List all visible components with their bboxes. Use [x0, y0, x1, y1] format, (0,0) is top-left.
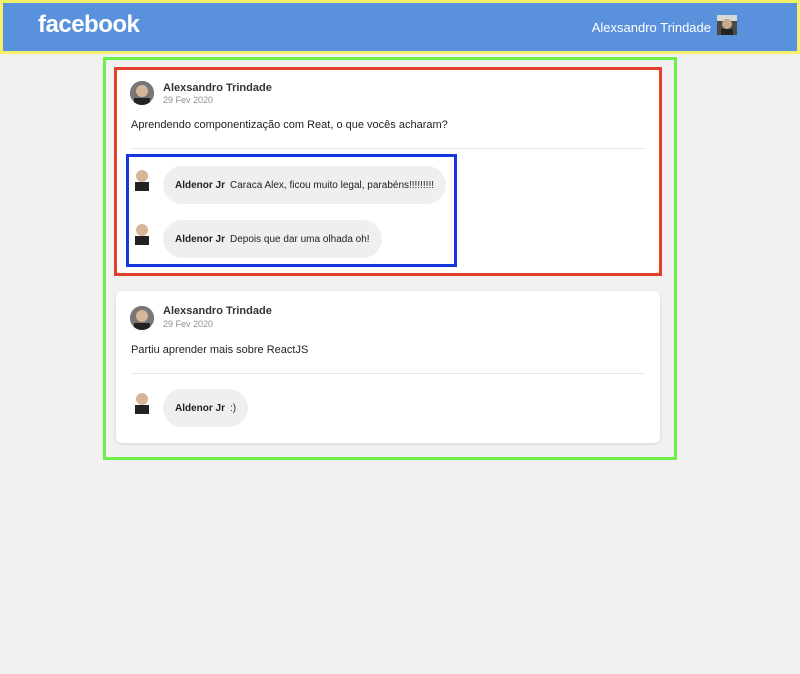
- comment-text: :): [230, 402, 237, 414]
- comments-outline: [126, 154, 457, 267]
- post-author-name[interactable]: Alexsandro Trindade: [163, 305, 272, 317]
- comment-avatar-icon[interactable]: [132, 390, 152, 414]
- comment-author[interactable]: Aldenor Jr: [175, 403, 225, 414]
- post-author-avatar-icon[interactable]: [130, 306, 154, 330]
- facebook-logo[interactable]: facebook: [38, 11, 140, 39]
- comment-bubble: Aldenor Jr :): [163, 389, 249, 427]
- header-user-name[interactable]: Alexsandro Trindade: [592, 20, 711, 35]
- post-divider: [131, 373, 645, 374]
- top-header: facebook Alexsandro Trindade: [0, 0, 800, 54]
- post-date: 29 Fev 2020: [163, 319, 214, 329]
- post-card: Alexsandro Trindade 29 Fev 2020 Partiu a…: [116, 291, 660, 443]
- user-avatar-icon[interactable]: [717, 15, 737, 35]
- post-content: Partiu aprender mais sobre ReactJS: [131, 344, 309, 356]
